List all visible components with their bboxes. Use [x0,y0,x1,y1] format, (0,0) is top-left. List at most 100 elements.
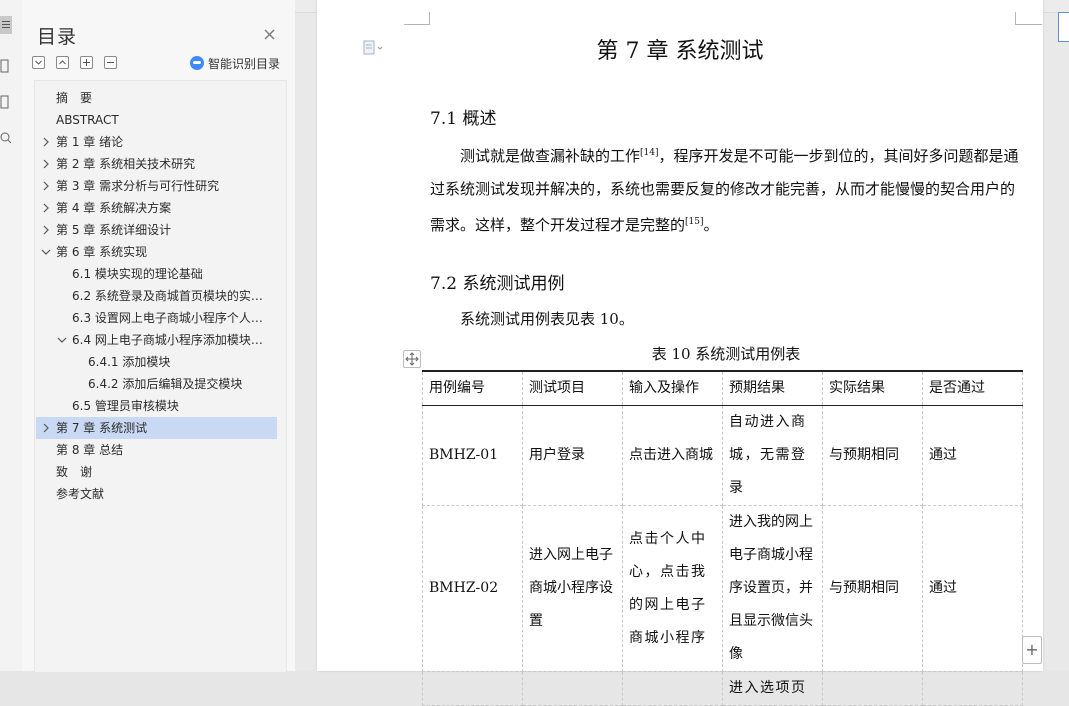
citation[interactable]: [15] [685,217,703,227]
outline-item-label: 致 谢 [56,465,93,479]
add-heading-icon[interactable] [80,56,93,69]
table-caption: 表 10 系统测试用例表 [651,345,801,363]
outline-item[interactable]: 6.2 系统登录及商城首页模块的实… [36,285,277,307]
table-cell[interactable]: 自动进入商城，无需登录 [722,405,823,506]
table-cell[interactable] [822,671,923,706]
outline-item-label: 摘 要 [56,91,93,105]
outline-pane: 目录 智能识别目录 摘 要 ABSTRACT 第 1 章 绪论第 2 章 系统相关技… [22,0,296,673]
outline-item[interactable]: 第 8 章 总结 [36,439,277,461]
paragraph-text: 。 [703,216,719,234]
outline-item[interactable]: 第 1 章 绪论 [36,131,277,153]
table-cell[interactable]: 点击进入商城 [622,405,723,506]
paragraph-text: 系统测试用例表见表 10。 [460,310,634,328]
outline-item-label: 参考文献 [56,487,105,501]
outline-item-label: 第 8 章 总结 [56,443,124,457]
outline-item[interactable]: 参考文献 [36,483,277,505]
table-row: BMHZ-01 用户登录 点击进入商城 自动进入商城，无需登录 与预期相同 通过 [422,405,1023,506]
collapse-all-icon[interactable] [32,56,45,69]
outline-item[interactable]: 6.5 管理员审核模块 [36,395,277,417]
outline-item-label: 第 3 章 需求分析与可行性研究 [56,179,220,193]
outline-item-label: 6.4.2 添加后编辑及提交模块 [88,377,243,391]
outline-item[interactable]: 第 3 章 需求分析与可行性研究 [36,175,277,197]
table-cell[interactable] [922,671,1023,706]
outline-view-icon[interactable] [0,16,12,34]
outline-item-label: 第 4 章 系统解决方案 [56,201,172,215]
table-cell[interactable]: 通过 [922,505,1023,672]
table-cell[interactable] [522,671,623,706]
outline-item[interactable]: ABSTRACT [36,109,277,131]
section-heading: 7.2 系统测试用例 [430,274,565,294]
table-cell[interactable]: BMHZ-01 [422,405,523,506]
outline-item[interactable]: 第 6 章 系统实现 [36,241,277,263]
table-row: BMHZ-02 进入网上电子商城小程序设置 点击个人中心，点击我的网上电子商城小… [422,505,1023,672]
table-cell[interactable]: 与预期相同 [822,505,923,672]
outline-item-label: 6.4 网上电子商城小程序添加模块… [72,333,263,347]
outline-item-label: 第 7 章 系统测试 [56,421,148,435]
table-header-cell: 输入及操作 [622,370,723,406]
outline-item[interactable]: 6.1 模块实现的理论基础 [36,263,277,285]
page-corner-mark [1015,12,1042,25]
table-header-row: 用例编号 测试项目 输入及操作 预期结果 实际结果 是否通过 [422,370,1023,406]
outline-item[interactable]: 第 4 章 系统解决方案 [36,197,277,219]
chevron-right-icon[interactable] [41,137,51,147]
table-cell[interactable]: BMHZ-02 [422,505,523,672]
outline-item[interactable]: 6.3 设置网上电子商城小程序个人… [36,307,277,329]
table-cell[interactable]: 用户登录 [522,405,623,506]
chevron-right-icon[interactable] [41,423,51,433]
chevron-down-icon[interactable] [41,247,51,257]
paragraph: 系统测试用例表见表 10。 [430,303,1022,336]
expand-all-icon[interactable] [56,56,69,69]
section-heading: 7.1 概述 [430,109,497,129]
table-cell[interactable]: 进入我的网上电子商城小程序设置页，并且显示微信头像 [722,505,823,672]
outline-item-label: 第 5 章 系统详细设计 [56,223,172,237]
outline-tree: 摘 要 ABSTRACT 第 1 章 绪论第 2 章 系统相关技术研究第 3 章 需… [34,80,287,673]
page-view-icon[interactable] [0,58,12,76]
table-row: 进入选项页 [422,671,1023,706]
table-cell[interactable] [422,671,523,706]
chevron-right-icon[interactable] [41,225,51,235]
outline-item-label: 第 6 章 系统实现 [56,245,148,259]
test-case-table[interactable]: 用例编号 测试项目 输入及操作 预期结果 实际结果 是否通过 BMHZ-01 用… [422,370,1023,706]
outline-item[interactable]: 第 2 章 系统相关技术研究 [36,153,277,175]
table-cell[interactable]: 进入网上电子商城小程序设置 [522,505,623,672]
smart-recognize-button[interactable]: 智能识别目录 [190,55,280,71]
table-header-cell: 用例编号 [422,370,523,406]
table-cell[interactable]: 点击个人中心，点击我的网上电子商城小程序 [622,505,723,672]
remove-heading-icon[interactable] [104,56,117,69]
outline-item[interactable]: 第 7 章 系统测试 [36,417,277,439]
scrollbar-thumb[interactable] [1058,12,1069,42]
paragraph-text: 测试就是做查漏补缺的工作 [460,147,641,165]
close-icon[interactable] [262,27,278,43]
outline-item-label: 第 1 章 绪论 [56,135,124,149]
table-cell[interactable]: 通过 [922,405,1023,506]
table-header-cell: 实际结果 [822,370,923,406]
chevron-down-icon[interactable] [57,335,67,345]
chevron-right-icon[interactable] [41,159,51,169]
table-header-cell: 是否通过 [922,370,1023,406]
citation[interactable]: [14] [640,148,658,158]
chevron-right-icon[interactable] [41,181,51,191]
smart-recognize-icon [190,56,204,70]
outline-item-label: ABSTRACT [56,113,119,127]
table-cell[interactable] [622,671,723,706]
outline-item[interactable]: 6.4.1 添加模块 [36,351,277,373]
outline-item-label: 第 2 章 系统相关技术研究 [56,157,196,171]
outline-item-label: 6.3 设置网上电子商城小程序个人… [72,311,263,325]
smart-recognize-label: 智能识别目录 [208,56,281,71]
table-cell[interactable]: 进入选项页 [722,671,823,706]
outline-item[interactable]: 6.4 网上电子商城小程序添加模块… [36,329,277,351]
outline-item[interactable]: 致 谢 [36,461,277,483]
outline-item[interactable]: 6.4.2 添加后编辑及提交模块 [36,373,277,395]
outline-item[interactable]: 摘 要 [36,87,277,109]
outline-item[interactable]: 第 5 章 系统详细设计 [36,219,277,241]
move-table-icon[interactable] [403,350,421,368]
chevron-right-icon[interactable] [41,203,51,213]
search-icon[interactable] [0,130,12,148]
table-cell[interactable]: 与预期相同 [822,405,923,506]
page-corner-mark [404,12,430,25]
side-toolbar [0,0,23,671]
outline-item-label: 6.1 模块实现的理论基础 [72,267,203,281]
bookmark-view-icon[interactable] [0,94,12,112]
add-row-icon[interactable]: + [1022,636,1042,664]
outline-item-label: 6.5 管理员审核模块 [72,399,179,413]
